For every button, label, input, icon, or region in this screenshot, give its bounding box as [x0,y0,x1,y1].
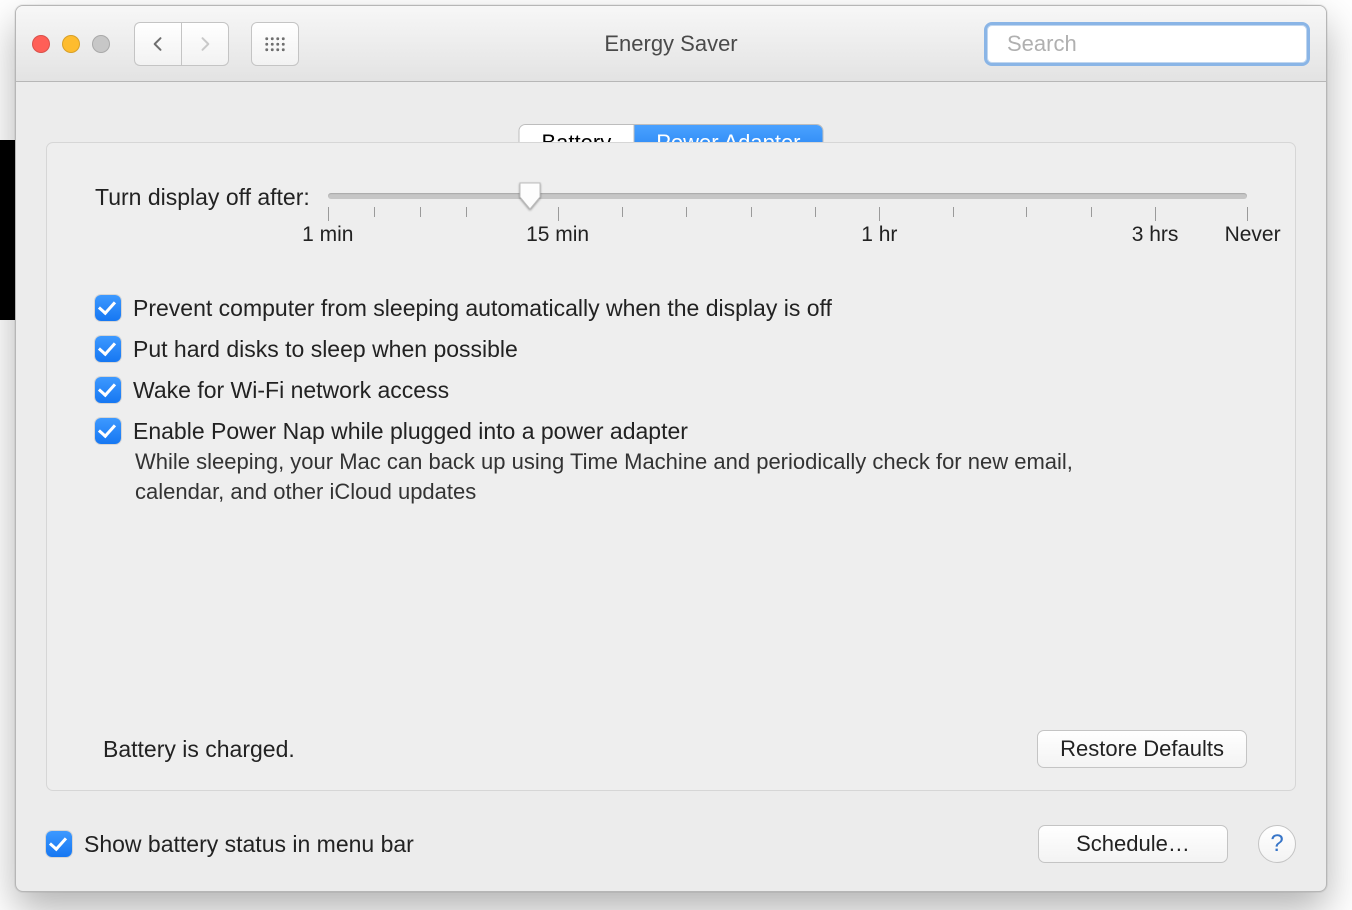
minimize-window-button[interactable] [62,35,80,53]
panel-footer: Battery is charged. Restore Defaults [95,730,1247,768]
show-all-button[interactable] [251,22,299,66]
display-off-row: Turn display off after: [95,183,1247,265]
show-battery-status-label: Show battery status in menu bar [84,831,414,858]
window-controls [32,35,110,53]
settings-panel: Turn display off after: [46,142,1296,791]
checkbox-icon [95,377,121,403]
disk-sleep-label: Put hard disks to sleep when possible [133,336,518,363]
power-nap-subtext: While sleeping, your Mac can back up usi… [135,447,1155,507]
slider-track [328,193,1247,199]
display-off-slider[interactable]: 1 min 15 min 1 hr 3 hrs Never [328,193,1247,265]
checkbox-icon [95,418,121,444]
checkbox-icon [95,336,121,362]
wake-wifi-label: Wake for Wi-Fi network access [133,377,449,404]
disk-sleep-option[interactable]: Put hard disks to sleep when possible [95,336,1247,363]
checkbox-icon [95,295,121,321]
bottom-bar: Show battery status in menu bar Schedule… [46,825,1296,863]
grid-icon [264,36,286,52]
content-area: Battery Power Adapter Turn display off a… [16,82,1326,891]
chevron-left-icon [148,34,168,54]
battery-status-text: Battery is charged. [103,736,295,763]
nav-buttons [134,22,229,66]
chevron-right-icon [195,34,215,54]
options-list: Prevent computer from sleeping automatic… [95,295,1247,507]
power-nap-label: Enable Power Nap while plugged into a po… [133,418,688,445]
titlebar: Energy Saver [16,6,1326,82]
search-field[interactable] [984,22,1310,66]
back-button[interactable] [134,22,181,66]
zoom-window-button[interactable] [92,35,110,53]
power-nap-option[interactable]: Enable Power Nap while plugged into a po… [95,418,1247,445]
search-input[interactable] [1005,30,1297,58]
restore-defaults-button[interactable]: Restore Defaults [1037,730,1247,768]
prevent-sleep-option[interactable]: Prevent computer from sleeping automatic… [95,295,1247,322]
help-button[interactable]: ? [1258,825,1296,863]
forward-button[interactable] [181,22,229,66]
prevent-sleep-label: Prevent computer from sleeping automatic… [133,295,832,322]
energy-saver-window: Energy Saver Battery Power Adapter Turn … [15,5,1327,892]
wake-wifi-option[interactable]: Wake for Wi-Fi network access [95,377,1247,404]
display-off-label: Turn display off after: [95,183,310,211]
checkbox-icon [46,831,72,857]
close-window-button[interactable] [32,35,50,53]
schedule-button[interactable]: Schedule… [1038,825,1228,863]
show-battery-status-option[interactable]: Show battery status in menu bar [46,831,414,858]
